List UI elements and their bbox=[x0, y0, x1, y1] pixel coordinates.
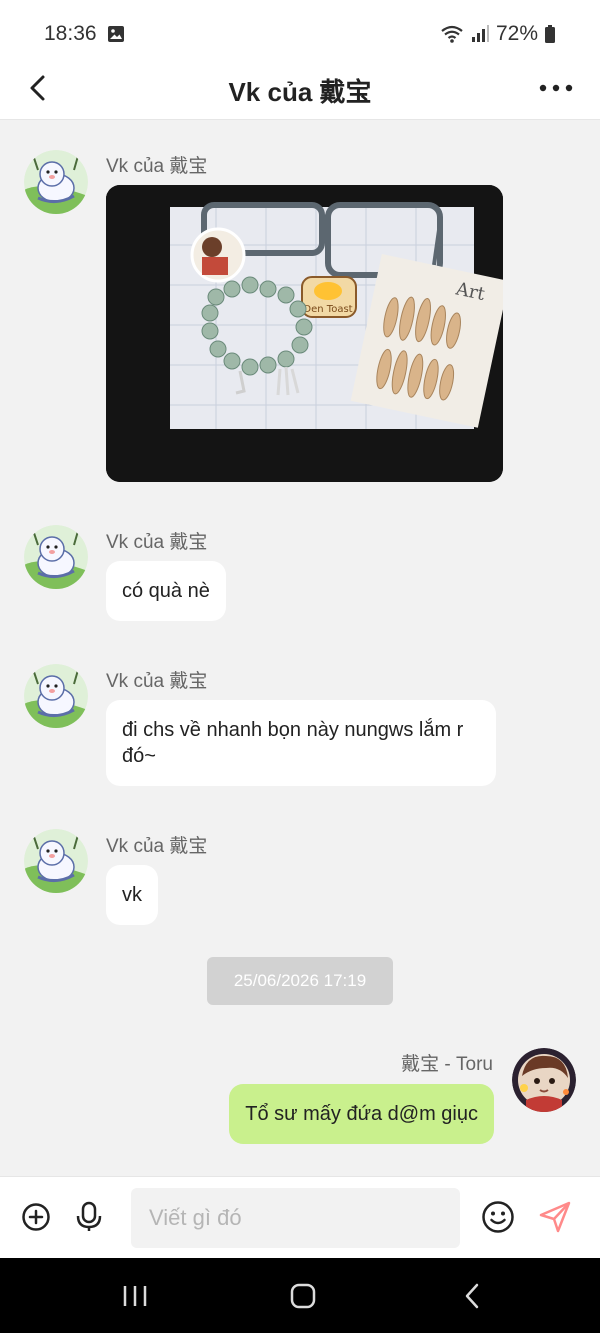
bird-avatar-icon bbox=[24, 525, 88, 589]
chat-title: Vk của 戴宝 bbox=[228, 77, 372, 107]
chat-header: Vk của 戴宝 bbox=[0, 62, 600, 120]
character-avatar-icon bbox=[512, 1048, 576, 1112]
my-avatar[interactable] bbox=[512, 1048, 576, 1112]
status-time: 18:36 bbox=[44, 22, 97, 45]
signal-icon bbox=[471, 25, 489, 42]
gift-photo-image: Den Toast Art bbox=[106, 185, 503, 482]
message-sender: Vk của 戴宝 bbox=[106, 836, 208, 857]
contact-avatar[interactable] bbox=[24, 664, 88, 728]
add-attachment-button[interactable] bbox=[18, 1199, 54, 1235]
more-dots-icon bbox=[539, 84, 573, 92]
status-bar: 18:36 72% bbox=[0, 0, 600, 62]
voice-message-button[interactable] bbox=[71, 1199, 107, 1235]
message-bubble[interactable]: đi chs về nhanh bọn này nungws lắm r đó~ bbox=[106, 700, 496, 786]
recent-apps-button[interactable] bbox=[113, 1276, 157, 1316]
message-sender: Vk của 戴宝 bbox=[106, 532, 208, 553]
message-bubble[interactable]: có quà nè bbox=[106, 561, 226, 621]
send-button[interactable] bbox=[537, 1199, 573, 1235]
contact-avatar[interactable] bbox=[24, 150, 88, 214]
timestamp-divider: 25/06/2026 17:19 bbox=[207, 957, 393, 1005]
send-icon bbox=[539, 1201, 571, 1233]
shared-photo[interactable]: Den Toast Art bbox=[106, 185, 503, 482]
bird-avatar-icon bbox=[24, 664, 88, 728]
battery-percentage: 72% bbox=[495, 22, 538, 45]
home-icon bbox=[290, 1283, 316, 1309]
status-indicators: 72% bbox=[440, 22, 556, 46]
more-options-button[interactable] bbox=[534, 68, 578, 108]
bird-avatar-icon bbox=[24, 150, 88, 214]
contact-avatar[interactable] bbox=[24, 525, 88, 589]
plus-circle-icon bbox=[22, 1203, 50, 1231]
my-sender-name: 戴宝 - Toru bbox=[401, 1054, 493, 1075]
message-input[interactable] bbox=[131, 1188, 460, 1248]
message-sender: Vk của 戴宝 bbox=[106, 671, 208, 692]
system-navigation-bar bbox=[0, 1258, 600, 1333]
microphone-icon bbox=[76, 1201, 102, 1231]
wifi-icon bbox=[441, 25, 463, 43]
home-button[interactable] bbox=[281, 1276, 325, 1316]
recent-apps-icon bbox=[123, 1286, 147, 1306]
message-input-bar bbox=[0, 1176, 600, 1258]
nav-back-icon bbox=[465, 1283, 479, 1309]
contact-avatar[interactable] bbox=[24, 829, 88, 893]
emoji-button[interactable] bbox=[480, 1199, 516, 1235]
smiley-icon bbox=[482, 1201, 514, 1233]
message-sender: Vk của 戴宝 bbox=[106, 156, 208, 177]
system-back-button[interactable] bbox=[450, 1276, 494, 1316]
bird-avatar-icon bbox=[24, 829, 88, 893]
message-bubble[interactable]: vk bbox=[106, 865, 158, 925]
toast-sticker-text: Den Toast bbox=[303, 304, 352, 315]
my-message-bubble[interactable]: Tổ sư mấy đứa d@m giục bbox=[229, 1084, 494, 1144]
chat-message-list[interactable]: Vk của 戴宝 Den Toast Art Vk của 戴宝 có quà… bbox=[0, 120, 600, 1176]
gallery-notification-icon bbox=[108, 26, 124, 42]
battery-icon bbox=[545, 25, 555, 43]
